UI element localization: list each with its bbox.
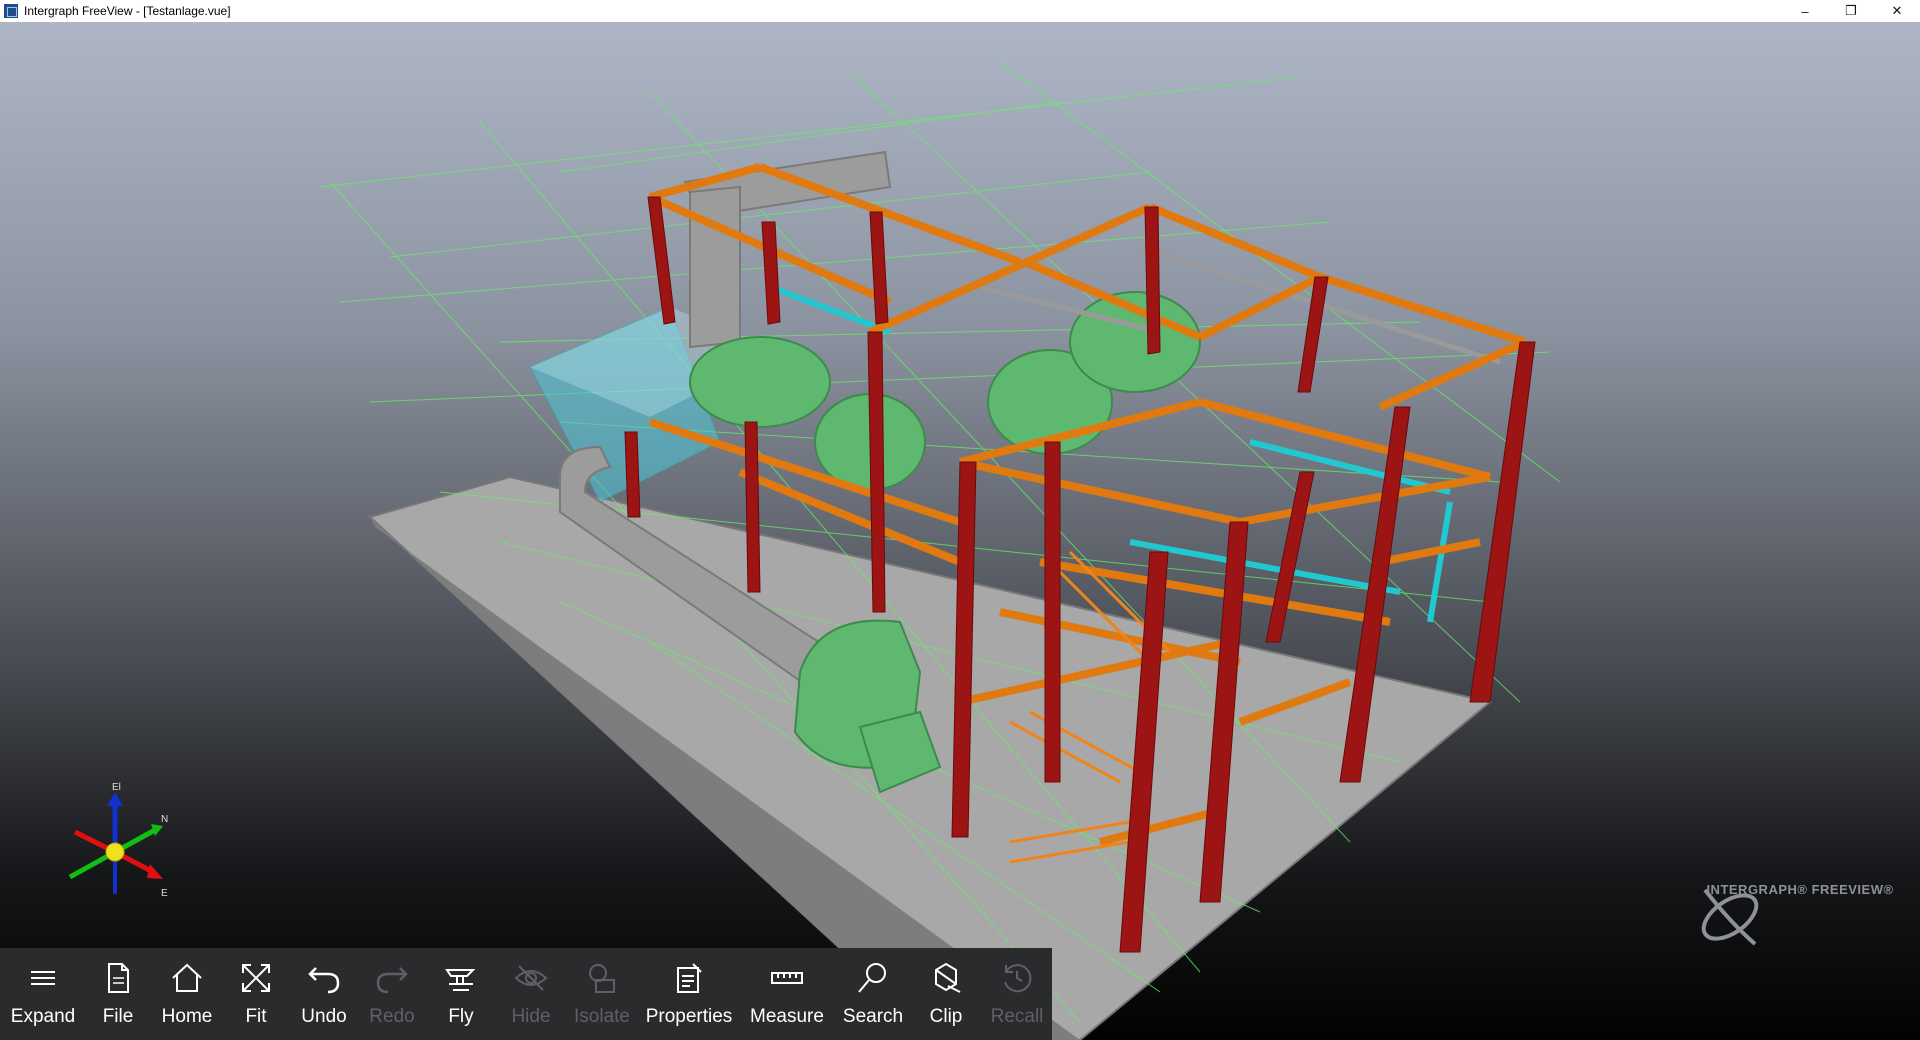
window-controls: – ❐ ✕ bbox=[1782, 0, 1920, 22]
undo-button[interactable]: Undo bbox=[288, 948, 360, 1040]
recall-icon bbox=[1004, 964, 1032, 993]
redo-button[interactable]: Redo bbox=[360, 948, 424, 1040]
bottom-toolbar: Expand File Home Fit Undo Redo Fly Hide … bbox=[0, 948, 1052, 1040]
redo-icon bbox=[376, 967, 408, 994]
freeview-logo-icon bbox=[1701, 888, 1759, 946]
undo-label: Undo bbox=[301, 1006, 347, 1027]
axis-east-label: E bbox=[161, 888, 168, 899]
fly-label: Fly bbox=[448, 1006, 474, 1027]
measure-label: Measure bbox=[750, 1006, 824, 1027]
axis-up-label: El bbox=[112, 782, 121, 793]
isolate-icon bbox=[589, 964, 615, 993]
restore-button[interactable]: ❐ bbox=[1828, 0, 1874, 22]
isolate-button[interactable]: Isolate bbox=[564, 948, 640, 1040]
recall-button[interactable]: Recall bbox=[982, 948, 1052, 1040]
properties-button[interactable]: Properties bbox=[640, 948, 738, 1040]
file-label: File bbox=[102, 1006, 134, 1027]
fit-label: Fit bbox=[245, 1006, 267, 1027]
hamburger-icon bbox=[31, 971, 55, 985]
fit-icon bbox=[242, 964, 270, 992]
search-button[interactable]: Search bbox=[836, 948, 910, 1040]
hide-icon bbox=[514, 965, 548, 991]
title-bar: Intergraph FreeView - [Testanlage.vue] –… bbox=[0, 0, 1920, 22]
search-label: Search bbox=[842, 1006, 904, 1027]
clip-button[interactable]: Clip bbox=[910, 948, 982, 1040]
isolate-label: Isolate bbox=[574, 1006, 630, 1027]
clip-label: Clip bbox=[929, 1006, 963, 1027]
axis-triad: El N E bbox=[68, 782, 168, 899]
properties-label: Properties bbox=[645, 1006, 733, 1027]
fit-button[interactable]: Fit bbox=[224, 948, 288, 1040]
search-icon bbox=[858, 963, 886, 993]
measure-icon bbox=[771, 972, 803, 984]
fly-button[interactable]: Fly bbox=[424, 948, 498, 1040]
properties-icon bbox=[677, 963, 702, 993]
recall-label: Recall bbox=[990, 1006, 1044, 1027]
redo-label: Redo bbox=[369, 1006, 415, 1027]
file-button[interactable]: File bbox=[86, 948, 150, 1040]
home-button[interactable]: Home bbox=[150, 948, 224, 1040]
3d-viewport[interactable]: El N E INTERGRAPH® FREEVIEW® bbox=[0, 22, 1920, 1040]
fly-icon bbox=[445, 969, 476, 991]
hide-label: Hide bbox=[511, 1006, 551, 1027]
hide-button[interactable]: Hide bbox=[498, 948, 564, 1040]
minimize-button[interactable]: – bbox=[1782, 0, 1828, 22]
clip-icon bbox=[935, 962, 961, 993]
expand-button[interactable]: Expand bbox=[0, 948, 86, 1040]
home-icon bbox=[172, 963, 202, 992]
axis-north-label: N bbox=[161, 814, 168, 825]
close-button[interactable]: ✕ bbox=[1874, 0, 1920, 22]
undo-icon bbox=[308, 967, 340, 994]
measure-button[interactable]: Measure bbox=[738, 948, 836, 1040]
expand-label: Expand bbox=[10, 1006, 76, 1027]
app-icon bbox=[4, 4, 18, 18]
file-icon bbox=[108, 963, 129, 993]
plant-model[interactable] bbox=[0, 22, 1920, 1040]
window-title: Intergraph FreeView - [Testanlage.vue] bbox=[24, 4, 231, 18]
brand-watermark: INTERGRAPH® FREEVIEW® bbox=[1690, 882, 1910, 946]
home-label: Home bbox=[161, 1006, 213, 1027]
